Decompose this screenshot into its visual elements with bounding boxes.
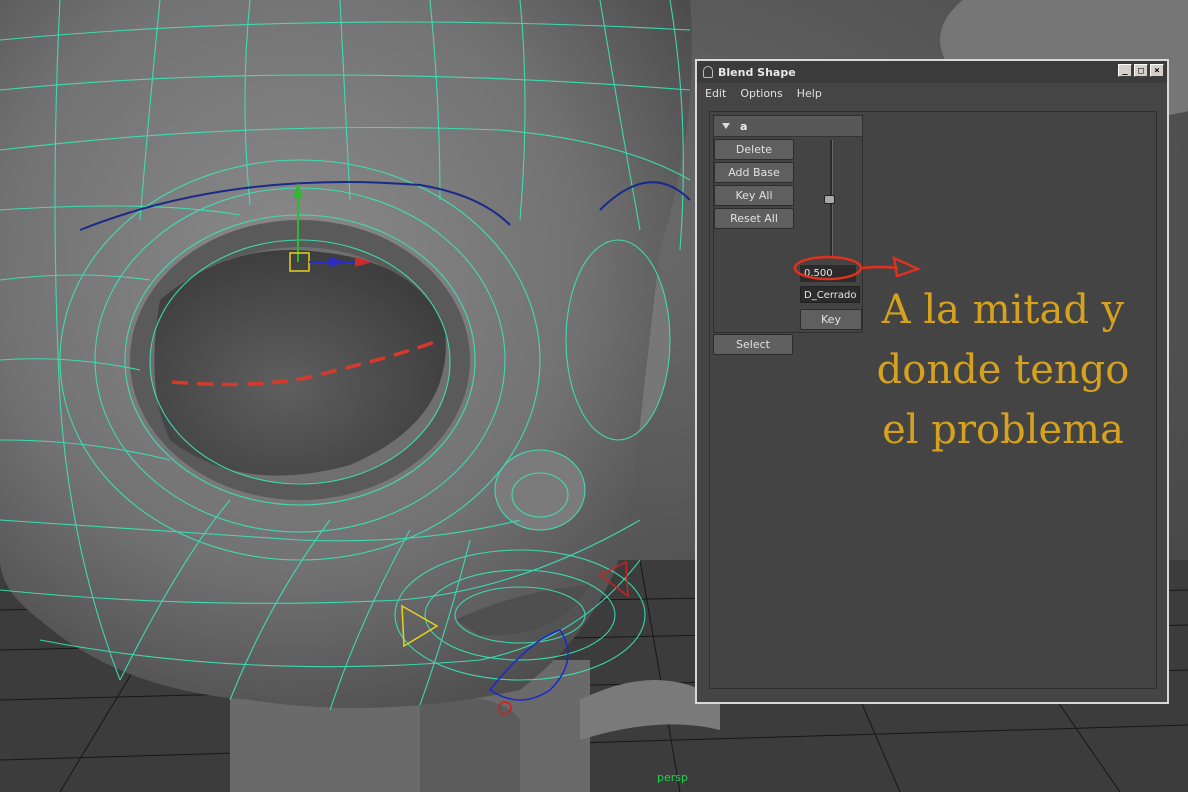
window-title: Blend Shape: [718, 65, 796, 79]
window-titlebar[interactable]: Blend Shape _ □ ×: [697, 61, 1167, 83]
close-button[interactable]: ×: [1150, 64, 1164, 77]
select-button[interactable]: Select: [713, 334, 793, 355]
menu-help[interactable]: Help: [797, 87, 822, 100]
maya-window-icon: [703, 66, 713, 78]
weight-slider-handle[interactable]: [824, 194, 835, 204]
annotation-text: A la mitad y donde tengo el problema: [872, 280, 1134, 460]
menu-options[interactable]: Options: [740, 87, 782, 100]
target-name-label: D_Cerrado: [800, 286, 860, 303]
weight-value-field[interactable]: 0.500: [800, 265, 856, 282]
annotation-line-2: donde tengo: [876, 347, 1130, 393]
collapse-triangle-icon[interactable]: [722, 123, 730, 129]
window-controls: _ □ ×: [1118, 64, 1164, 77]
menu-bar: Edit Options Help: [697, 83, 1167, 103]
annotation-line-3: el problema: [882, 407, 1124, 453]
key-button[interactable]: Key: [800, 309, 862, 330]
maximize-button[interactable]: □: [1134, 64, 1148, 77]
minimize-button[interactable]: _: [1118, 64, 1132, 77]
camera-label: persp: [657, 771, 688, 784]
node-name: a: [740, 119, 748, 133]
menu-edit[interactable]: Edit: [705, 87, 726, 100]
reset-all-button[interactable]: Reset All: [714, 208, 794, 229]
annotation-line-1: A la mitad y: [881, 287, 1125, 333]
key-all-button[interactable]: Key All: [714, 185, 794, 206]
delete-button[interactable]: Delete: [714, 139, 794, 160]
add-base-button[interactable]: Add Base: [714, 162, 794, 183]
node-header[interactable]: a: [714, 116, 862, 137]
blend-shape-node-frame: a Delete Add Base Key All Reset All 0.50…: [713, 115, 863, 333]
